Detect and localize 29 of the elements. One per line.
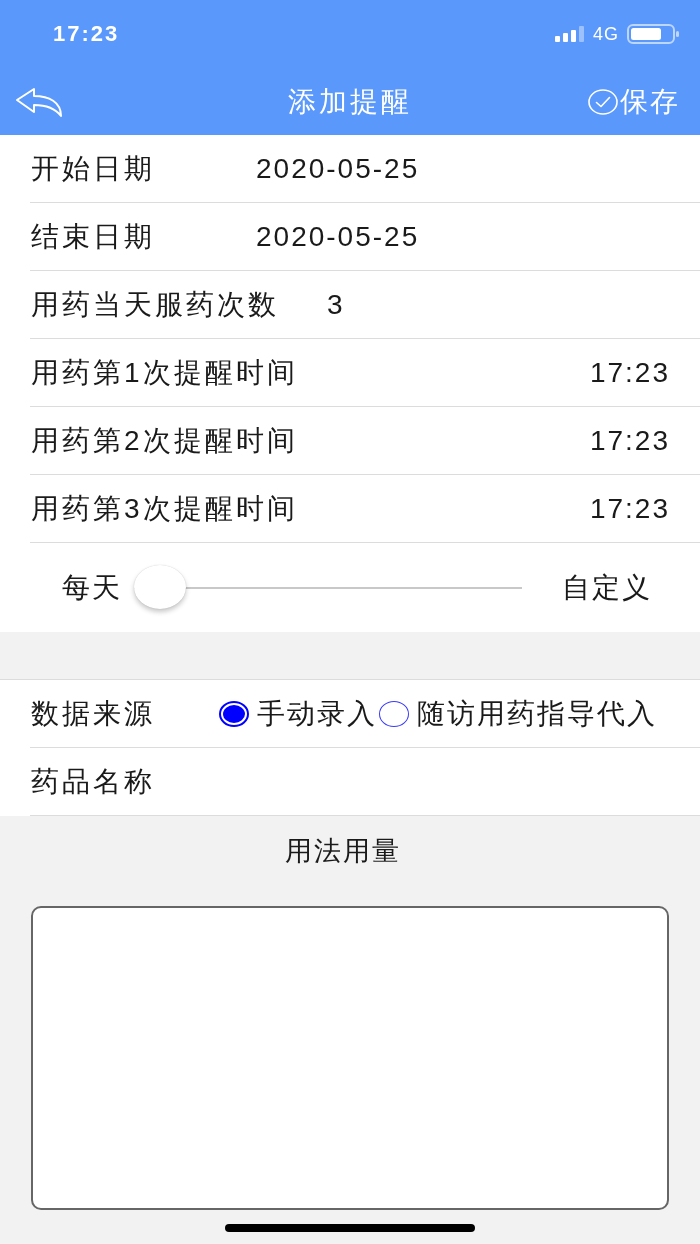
field-label: 用药当天服药次数	[30, 287, 279, 322]
back-arrow-icon	[15, 86, 63, 117]
date-value[interactable]: 2020-05-25	[256, 152, 420, 185]
slider-right-label: 自定义	[562, 570, 652, 605]
date-value[interactable]: 2020-05-25	[256, 220, 420, 253]
signal-icon	[555, 26, 585, 42]
time-value[interactable]: 17:23	[589, 492, 670, 525]
radio-option[interactable]: 随访用药指导代入	[379, 694, 657, 733]
network-type: 4G	[593, 23, 619, 45]
page-title: 添加提醒	[288, 84, 412, 119]
slider-thumb[interactable]	[134, 564, 186, 609]
battery-icon	[627, 24, 680, 44]
usage-text-area[interactable]	[31, 906, 669, 1210]
section-title: 用法用量	[284, 835, 401, 868]
back-button[interactable]	[15, 86, 63, 117]
field-label: 药品名称	[30, 764, 155, 799]
field-label: 结束日期	[30, 219, 156, 254]
count-value[interactable]: 3	[327, 288, 345, 321]
status-time: 17:23	[53, 21, 120, 47]
field-label: 开始日期	[30, 151, 156, 186]
field-label: 用药第2次提醒时间	[30, 423, 298, 458]
slider-left-label: 每天	[62, 570, 122, 605]
field-label: 用药第1次提醒时间	[30, 355, 298, 390]
time-value[interactable]: 17:23	[589, 356, 670, 389]
field-label: 数据来源	[30, 696, 156, 731]
time-value[interactable]: 17:23	[589, 424, 670, 457]
check-circle-icon	[588, 88, 618, 115]
radio-option[interactable]: 手动录入	[219, 694, 377, 733]
field-label: 用药第3次提醒时间	[30, 491, 298, 526]
